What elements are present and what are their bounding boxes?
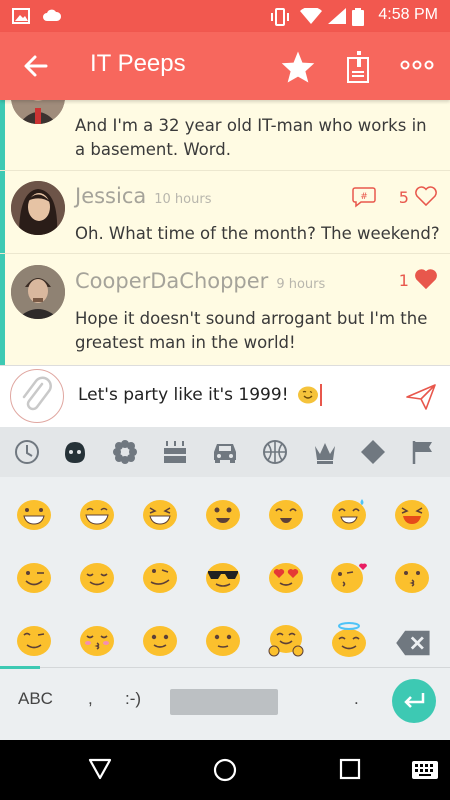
recent-icon[interactable]: [13, 438, 41, 466]
svg-text:#: #: [360, 192, 368, 202]
crown-icon[interactable]: [311, 438, 339, 466]
kissing-heart-emoji[interactable]: [329, 556, 369, 596]
like-control[interactable]: 1: [399, 269, 438, 290]
page-title: IT Peeps: [90, 50, 186, 77]
kissing-face-emoji[interactable]: [392, 556, 432, 596]
smiling-face-emoji[interactable]: [203, 493, 243, 533]
message-input[interactable]: Let's party like it's 1999!: [78, 384, 322, 406]
winking-face-emoji[interactable]: [14, 556, 54, 596]
heart-eyes-emoji[interactable]: [266, 556, 306, 596]
abc-key[interactable]: ABC: [18, 689, 53, 709]
status-time: 4:58 PM: [378, 6, 438, 23]
emoji-category-bar: [0, 427, 450, 477]
hashtag-comment-icon[interactable]: #: [352, 186, 376, 208]
wifi-icon: [300, 8, 322, 24]
message-composer: Let's party like it's 1999!: [0, 365, 450, 428]
smiley-key[interactable]: :-): [125, 689, 141, 709]
message-text: And I'm a 32 year old IT-man who works i…: [75, 116, 427, 159]
attach-button[interactable]: [10, 369, 64, 423]
battery-icon: [352, 8, 364, 26]
divider: [0, 253, 450, 254]
message-text: Oh. What time of the month? The weekend?: [75, 224, 440, 243]
like-count: 1: [398, 271, 409, 290]
backspace-icon[interactable]: [394, 623, 434, 663]
happy-eyes-emoji[interactable]: [266, 493, 306, 533]
app-bar: IT Peeps: [0, 32, 450, 100]
blush-wink-emoji[interactable]: [14, 619, 54, 659]
back-nav-icon[interactable]: [88, 758, 112, 780]
avatar[interactable]: [11, 181, 65, 235]
page-indicator: [0, 666, 40, 669]
image-icon: [12, 8, 30, 24]
keyboard-switch-icon[interactable]: [412, 761, 438, 779]
diamond-icon[interactable]: [359, 438, 387, 466]
flower-icon[interactable]: [111, 438, 139, 466]
cake-icon[interactable]: [161, 438, 189, 466]
avatar[interactable]: [11, 100, 65, 124]
message-time: 10 hours: [154, 192, 212, 207]
signal-icon: [328, 8, 346, 24]
paperclip-icon: [22, 376, 52, 411]
sunglasses-face-emoji[interactable]: [203, 556, 243, 596]
message-author: Jessica 10 hours: [75, 184, 211, 208]
back-arrow-icon[interactable]: [22, 52, 50, 80]
car-icon[interactable]: [211, 438, 239, 466]
sweat-smile-emoji[interactable]: [329, 493, 369, 533]
tongue-wink-emoji[interactable]: [140, 556, 180, 596]
author-name[interactable]: CooperDaChopper: [75, 269, 268, 293]
accent-bar: [0, 100, 5, 365]
vibrate-icon: [271, 8, 289, 26]
avatar[interactable]: [11, 265, 65, 319]
enter-arrow-icon: [404, 693, 425, 708]
hugging-face-emoji[interactable]: [266, 619, 306, 659]
like-count: 5: [398, 188, 409, 207]
enter-key[interactable]: [392, 679, 436, 723]
kissing-closed-eyes-emoji[interactable]: [77, 619, 117, 659]
star-icon[interactable]: [280, 50, 316, 84]
more-options-icon[interactable]: [400, 60, 434, 70]
heart-outline-icon[interactable]: [414, 186, 438, 207]
heart-filled-icon[interactable]: [414, 269, 438, 290]
comma-key[interactable]: ,: [88, 689, 93, 709]
cloud-icon: [43, 9, 62, 21]
message-text: Hope it doesn't sound arrogant but I'm t…: [75, 309, 428, 352]
author-name[interactable]: Jessica: [75, 184, 146, 208]
keyboard-divider: [0, 666, 450, 669]
grinning-face-emoji[interactable]: [14, 493, 54, 533]
space-key[interactable]: [170, 689, 278, 715]
flag-icon[interactable]: [409, 438, 437, 466]
beaming-face-emoji[interactable]: [77, 493, 117, 533]
message-time: 9 hours: [276, 277, 326, 292]
period-key[interactable]: .: [354, 689, 359, 709]
emoji-wink-icon: [297, 386, 318, 404]
navigation-bar: [0, 740, 450, 800]
status-bar: 4:58 PM: [0, 0, 450, 32]
slight-smile-emoji[interactable]: [140, 619, 180, 659]
text-caret: [319, 384, 322, 406]
emoji-keyboard: ABC , :-) .: [0, 427, 450, 740]
recents-nav-icon[interactable]: [339, 758, 361, 780]
emoji-face-icon[interactable]: [61, 438, 89, 466]
message-feed[interactable]: And I'm a 32 year old IT-man who works i…: [0, 100, 450, 365]
ball-icon[interactable]: [261, 438, 289, 466]
home-nav-icon[interactable]: [213, 758, 237, 782]
info-document-icon[interactable]: [346, 50, 372, 84]
like-control[interactable]: 5: [399, 186, 438, 207]
message-author: CooperDaChopper 9 hours: [75, 269, 325, 293]
halo-face-emoji[interactable]: [329, 619, 369, 659]
laughing-face-emoji[interactable]: [392, 493, 432, 533]
squinting-face-emoji[interactable]: [140, 493, 180, 533]
neutral-smile-emoji[interactable]: [203, 619, 243, 659]
message-input-text: Let's party like it's 1999!: [78, 385, 289, 405]
send-icon[interactable]: [406, 384, 436, 410]
divider: [0, 170, 450, 171]
relieved-face-emoji[interactable]: [77, 556, 117, 596]
